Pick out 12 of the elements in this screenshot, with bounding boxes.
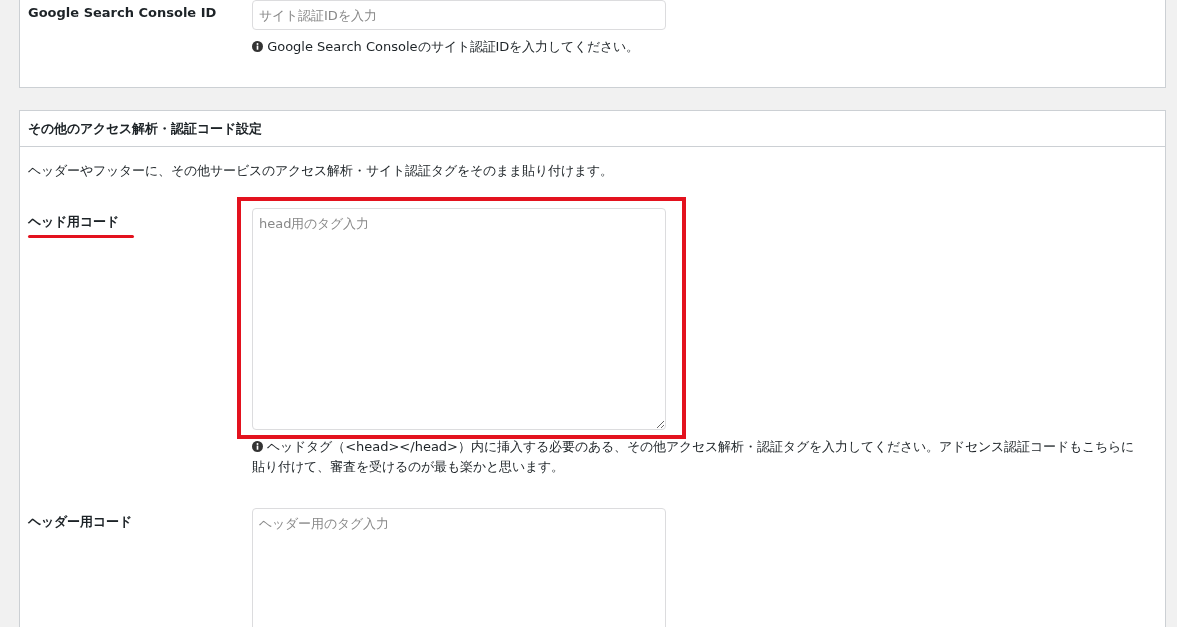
text-input[interactable]: サイト認証IDを入力 <box>252 0 666 30</box>
field-label: ヘッド用コード <box>28 213 119 231</box>
code-textarea[interactable]: head用のタグ入力 <box>252 208 666 430</box>
field-label: ヘッダー用コード <box>28 513 132 531</box>
section-title: その他のアクセス解析・認証コード設定 <box>20 111 1165 147</box>
code-textarea[interactable]: ヘッダー用のタグ入力 <box>252 508 666 627</box>
help-text: ヘッドタグ（<head></head>）内に挿入する必要のある、その他アクセス解析・認証タグを入力してください。アドセンス認証コードもこちらに貼り付けて、審査を受けるのが最も楽かと思います。 <box>252 439 1134 474</box>
info-icon <box>252 441 263 452</box>
field-label: Google Search Console ID <box>28 5 217 20</box>
help-text: Google Search Consoleのサイト認証IDを入力してください。 <box>252 39 640 54</box>
info-icon <box>252 41 263 52</box>
section-description: ヘッダーやフッターに、その他サービスのアクセス解析・サイト認証タグをそのまま貼り付けます。 <box>28 162 614 180</box>
